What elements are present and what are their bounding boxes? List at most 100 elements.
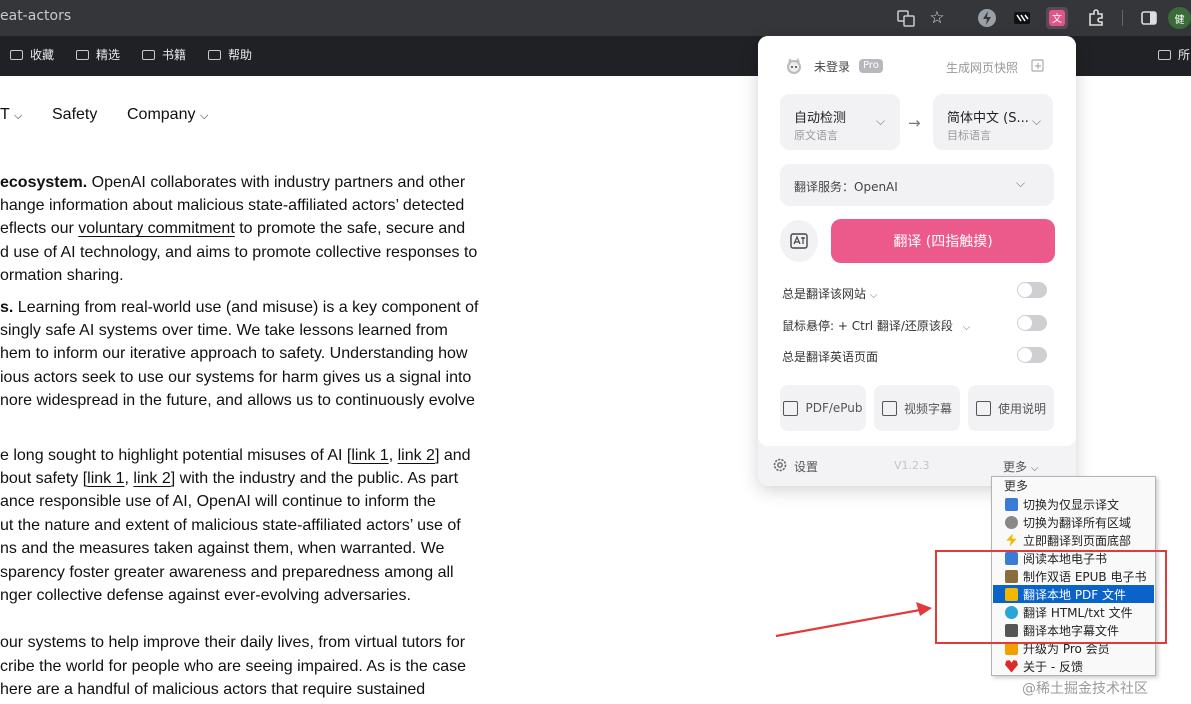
- menu-item-label: 切换为翻译所有区域: [1023, 515, 1132, 530]
- chevron-down-icon: ⌵: [13, 110, 23, 122]
- menu-item-translate-all-areas[interactable]: 切换为翻译所有区域: [993, 513, 1154, 531]
- user-guide-button[interactable]: 使用说明: [968, 385, 1054, 431]
- line-text: bout safety [: [0, 470, 88, 487]
- profile-avatar[interactable]: 健: [1168, 7, 1191, 29]
- chevron-down-icon: ⌵: [876, 114, 886, 128]
- bookmark-folder[interactable]: 帮助: [208, 46, 252, 63]
- folder-icon: [10, 49, 23, 60]
- bookmark-folder[interactable]: 精选: [76, 46, 120, 63]
- nav-label: Company: [127, 106, 196, 123]
- side-panel-icon[interactable]: [1138, 7, 1160, 29]
- article-line: s. Learning from real-world use (and mis…: [0, 296, 478, 319]
- line-text: OpenAI collaborates with industry partne…: [87, 174, 466, 191]
- extension-black-icon[interactable]: [1011, 7, 1033, 29]
- extensions-puzzle-icon[interactable]: [1085, 7, 1107, 29]
- login-status[interactable]: 未登录: [814, 58, 850, 75]
- extension-bolt-icon[interactable]: [976, 7, 998, 29]
- bookmark-folder[interactable]: 所: [1158, 46, 1190, 63]
- target-language-value: 简体中文 (S...: [947, 111, 1029, 126]
- user-avatar-icon[interactable]: [784, 56, 804, 76]
- article-line: our systems to help improve their daily …: [0, 634, 466, 651]
- toggle-knob: [1018, 348, 1032, 362]
- line-text: eflects our: [0, 220, 79, 237]
- line-text: ] and: [434, 447, 471, 464]
- translation-service-select[interactable]: 翻译服务：OpenAI ⌵: [780, 164, 1054, 206]
- nav-item-company[interactable]: Company ⌵: [127, 106, 208, 124]
- link-2[interactable]: link 2: [398, 447, 435, 464]
- article-line: ious actors seek to use our systems for …: [0, 369, 472, 386]
- settings-link[interactable]: 设置: [794, 458, 818, 475]
- video-subtitles-button[interactable]: 视频字幕: [874, 385, 960, 431]
- chevron-down-icon: ⌵: [1016, 176, 1026, 190]
- hover-translate-toggle[interactable]: [1017, 315, 1047, 331]
- voluntary-commitment-link[interactable]: voluntary commitment: [78, 220, 235, 237]
- translate-mode-button[interactable]: [780, 220, 818, 262]
- always-translate-english-toggle[interactable]: [1017, 347, 1047, 363]
- article-line: e long sought to highlight potential mis…: [0, 444, 471, 467]
- line-text: to promote the safe, secure and: [234, 220, 466, 237]
- manual-icon: [975, 400, 991, 416]
- menu-item-about-feedback[interactable]: 关于 - 反馈: [993, 657, 1154, 675]
- gear-icon[interactable]: [772, 457, 788, 473]
- folder-icon: [76, 49, 89, 60]
- bookmark-label: 收藏: [30, 48, 55, 62]
- heart-icon: [1005, 660, 1018, 673]
- version-label: V1.2.3: [894, 459, 930, 472]
- url-text[interactable]: eat-actors: [0, 8, 71, 24]
- article-line: d use of AI technology, and aims to prom…: [0, 244, 478, 261]
- article-line: ance responsible use of AI, OpenAI will …: [0, 493, 436, 510]
- lightning-icon: [1006, 533, 1017, 547]
- snapshot-icon[interactable]: [1031, 58, 1045, 72]
- source-language-select[interactable]: 自动检测 原文语言 ⌵: [780, 94, 900, 150]
- article-line: cribe the world for people who are seein…: [0, 658, 467, 675]
- immersive-translate-icon[interactable]: 文: [1046, 7, 1068, 29]
- line-text: ,: [388, 447, 398, 464]
- translate-popup: 未登录 Pro 生成网页快照 自动检测 原文语言 ⌵ → 简体中文 (S... …: [758, 36, 1076, 486]
- bookmark-star-icon[interactable]: ☆: [926, 7, 948, 29]
- toggle-label-always-site: 总是翻译该网站 ⌵: [782, 285, 877, 302]
- toggle-text: 总是翻译该网站: [782, 287, 867, 301]
- toggle-label-english: 总是翻译英语页面: [782, 350, 879, 364]
- annotation-arrow-icon: [775, 602, 932, 638]
- article-line: ns and the measures taken against them, …: [0, 540, 445, 557]
- article-line: ut the nature and extent of malicious st…: [0, 517, 461, 534]
- article-line: hem to inform our iterative approach to …: [0, 345, 468, 362]
- nav-item-safety[interactable]: Safety: [52, 106, 97, 124]
- pro-badge: Pro: [859, 59, 883, 73]
- always-translate-site-toggle[interactable]: [1017, 282, 1047, 298]
- translate-button[interactable]: 翻译 (四指触摸): [831, 219, 1055, 263]
- menu-item-show-translation-only[interactable]: 切换为仅显示译文: [993, 495, 1154, 513]
- tool-label: 使用说明: [997, 401, 1046, 416]
- skull-icon: [1005, 515, 1018, 529]
- snapshot-link[interactable]: 生成网页快照: [946, 59, 1018, 76]
- display-icon: [1005, 497, 1018, 511]
- nav-item-chatgpt[interactable]: T ⌵: [0, 106, 22, 124]
- line-text: ] with the industry and the public. As p…: [170, 470, 459, 487]
- translate-page-icon[interactable]: [895, 7, 917, 29]
- bookmark-folder[interactable]: 收藏: [10, 46, 54, 63]
- bold-lead: ecosystem.: [0, 174, 88, 191]
- arrow-right-icon: →: [908, 114, 921, 132]
- article-line: ecosystem. OpenAI collaborates with indu…: [0, 171, 465, 194]
- bookmark-label: 帮助: [228, 48, 253, 62]
- svg-text:文: 文: [1052, 12, 1062, 25]
- nav-label: T: [0, 106, 10, 123]
- menu-item-label: 切换为仅显示译文: [1023, 497, 1120, 512]
- bookmark-folder[interactable]: 书籍: [142, 46, 186, 63]
- tool-label: PDF/ePub: [805, 401, 863, 415]
- more-menu-button[interactable]: 更多 ⌵: [1003, 458, 1038, 475]
- pdf-icon: [783, 400, 799, 416]
- toggle-knob: [1018, 283, 1032, 297]
- target-language-select[interactable]: 简体中文 (S... 目标语言 ⌵: [933, 94, 1053, 150]
- translate-icon: [790, 233, 808, 249]
- folder-icon: [1158, 49, 1171, 60]
- link-1[interactable]: link 1: [351, 447, 388, 464]
- link-1[interactable]: link 1: [87, 470, 124, 487]
- chevron-down-icon: ⌵: [962, 322, 971, 333]
- pdf-epub-button[interactable]: PDF/ePub: [780, 385, 866, 431]
- link-2[interactable]: link 2: [133, 470, 170, 487]
- video-icon: [881, 400, 897, 416]
- chevron-down-icon: ⌵: [869, 290, 878, 301]
- menu-item-translate-to-bottom[interactable]: 立即翻译到页面底部: [993, 531, 1154, 549]
- source-language-value: 自动检测: [794, 111, 847, 126]
